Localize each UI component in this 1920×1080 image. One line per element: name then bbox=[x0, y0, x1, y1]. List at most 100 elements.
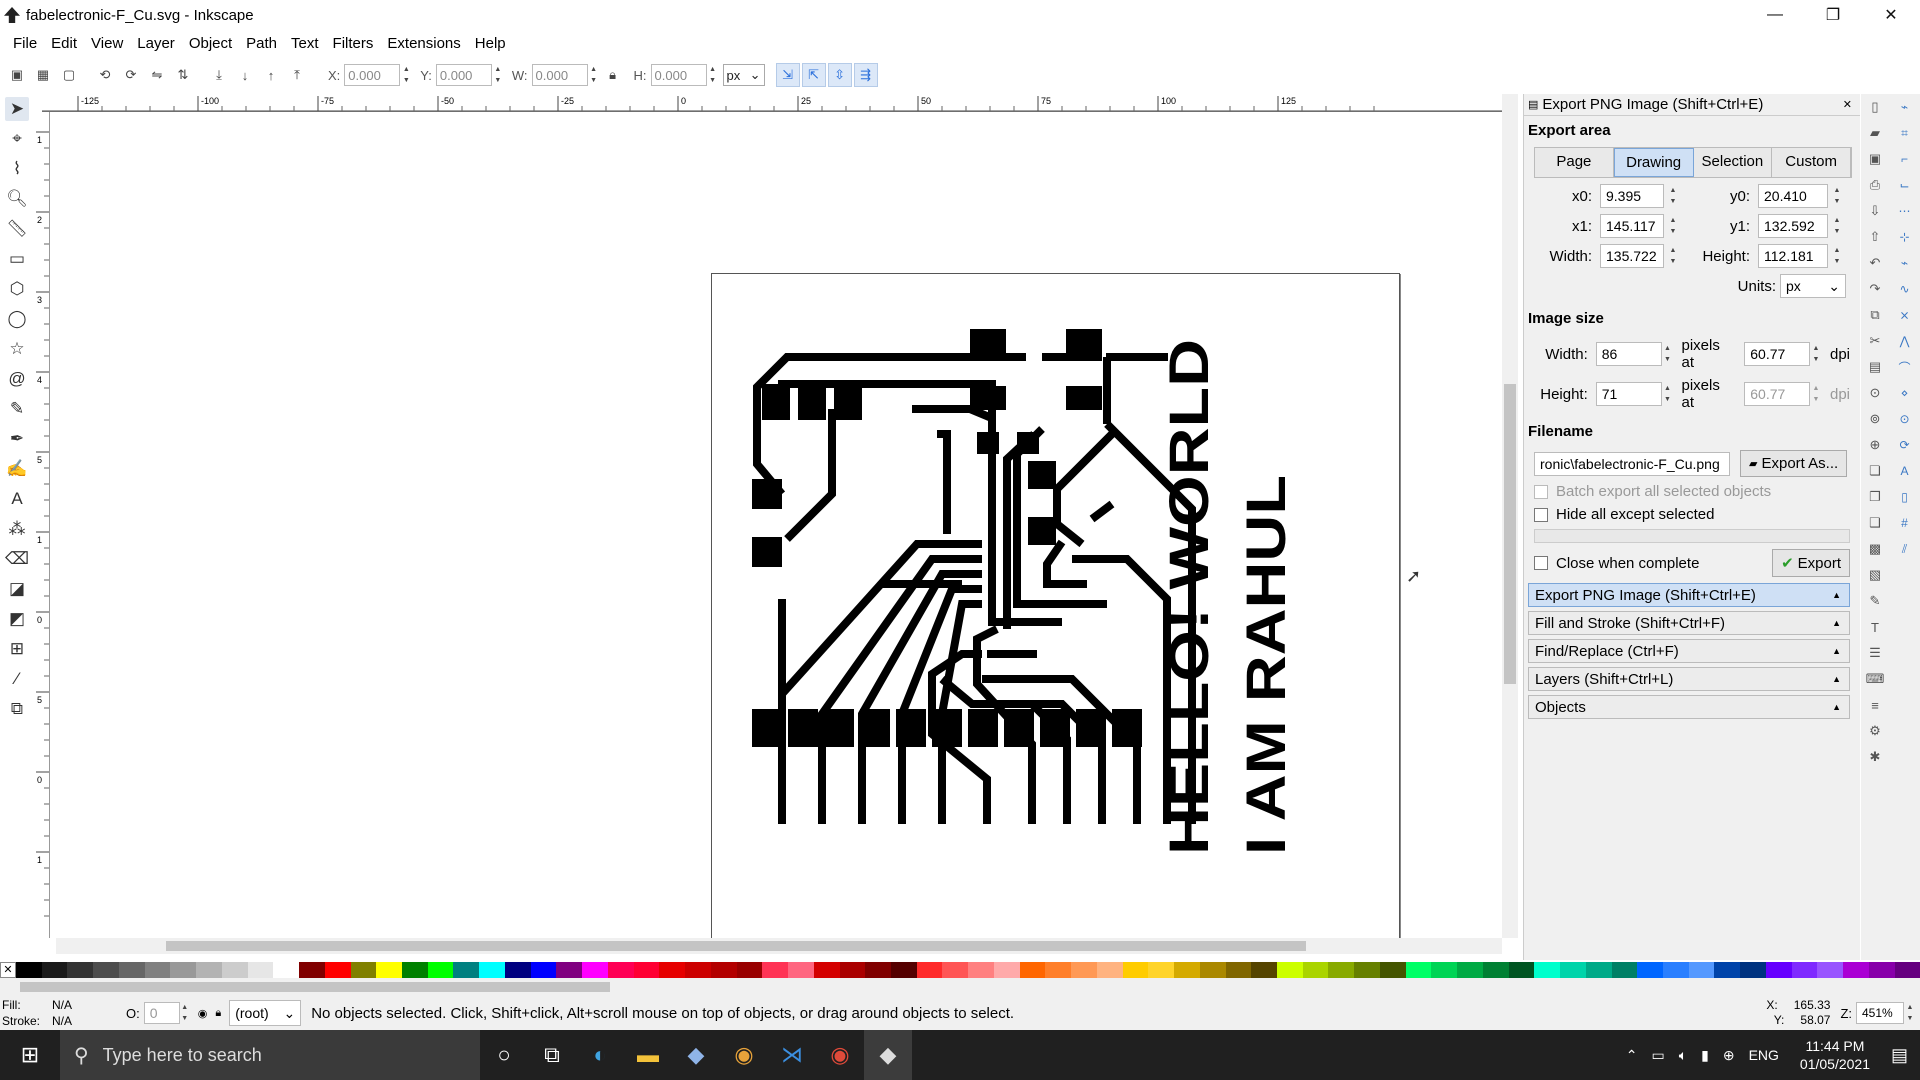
x-spinner[interactable]: ▲ ▼ bbox=[400, 64, 412, 86]
import-icon[interactable]: ⇩ bbox=[1864, 200, 1886, 222]
color-swatch[interactable] bbox=[633, 962, 660, 978]
move-patterns-icon[interactable]: ⇶ bbox=[853, 63, 878, 87]
snap-smooth-icon[interactable]: ⌒ bbox=[1894, 356, 1916, 378]
export-button[interactable]: ✔ Export bbox=[1772, 549, 1850, 577]
color-swatch[interactable] bbox=[41, 962, 68, 978]
scale-stroke-icon[interactable]: ⇲ bbox=[775, 63, 800, 87]
zoom-input[interactable]: 451% bbox=[1856, 1002, 1904, 1024]
color-swatch[interactable] bbox=[1817, 962, 1844, 978]
color-swatch[interactable] bbox=[1508, 962, 1535, 978]
color-swatch[interactable] bbox=[685, 962, 711, 978]
drawing-area-button[interactable]: Drawing bbox=[1613, 148, 1694, 177]
eraser-tool-icon[interactable]: ⌫ bbox=[5, 547, 29, 571]
color-swatch[interactable] bbox=[118, 962, 145, 978]
tray-device-icon[interactable]: ▭ bbox=[1651, 1047, 1664, 1064]
menu-text[interactable]: Text bbox=[291, 35, 319, 52]
color-swatch[interactable] bbox=[427, 962, 454, 978]
zoom-spinner[interactable]: ▲ ▼ bbox=[1904, 1002, 1916, 1024]
menu-view[interactable]: View bbox=[91, 35, 123, 52]
snap-cusp-icon[interactable]: ⋀ bbox=[1894, 330, 1916, 352]
pencil-tool-icon[interactable]: ✎ bbox=[5, 397, 29, 421]
color-swatch[interactable] bbox=[1045, 962, 1072, 978]
color-swatch[interactable] bbox=[1765, 962, 1792, 978]
color-swatch[interactable] bbox=[659, 962, 686, 978]
snap-grid-icon[interactable]: # bbox=[1894, 512, 1916, 534]
dock-find-replace[interactable]: Find/Replace (Ctrl+F) ▲ bbox=[1528, 639, 1850, 663]
snap-nodes-icon[interactable]: ⌁ bbox=[1894, 252, 1916, 274]
color-swatch[interactable] bbox=[1560, 962, 1586, 978]
image-height-input[interactable]: 71 bbox=[1595, 382, 1662, 406]
color-swatch[interactable] bbox=[1843, 962, 1869, 978]
y1-spinner[interactable]: ▲ ▼ bbox=[1830, 215, 1844, 237]
color-swatch[interactable] bbox=[1740, 962, 1766, 978]
clone-icon[interactable]: ❐ bbox=[1864, 486, 1886, 508]
rotate-cw-icon[interactable]: ⟳ bbox=[119, 63, 143, 87]
color-swatch[interactable] bbox=[1611, 962, 1638, 978]
preferences-icon[interactable]: ⚙ bbox=[1864, 720, 1886, 742]
y1-input[interactable]: 132.592 bbox=[1758, 214, 1828, 238]
tweak-tool-icon[interactable]: ⌇ bbox=[5, 157, 29, 181]
color-swatch[interactable] bbox=[504, 962, 531, 978]
color-swatch[interactable] bbox=[1457, 962, 1483, 978]
color-swatch[interactable] bbox=[607, 962, 634, 978]
close-button[interactable]: ✕ bbox=[1862, 0, 1920, 30]
text-tool-icon[interactable]: A bbox=[5, 487, 29, 511]
chrome-icon-2[interactable]: ◉ bbox=[816, 1030, 864, 1080]
dpi-spinner[interactable]: ▲ ▼ bbox=[1810, 343, 1822, 365]
color-swatch[interactable] bbox=[1225, 962, 1252, 978]
snap-bbox-midpoint-icon[interactable]: ⋯ bbox=[1894, 200, 1916, 222]
lower-bottom-icon[interactable]: ⤓ bbox=[207, 63, 231, 87]
gradient-tool-icon[interactable]: ◩ bbox=[5, 607, 29, 631]
menu-object[interactable]: Object bbox=[189, 35, 232, 52]
selector-tool-icon[interactable]: ➤ bbox=[5, 97, 29, 121]
color-swatch[interactable] bbox=[1019, 962, 1046, 978]
horizontal-scroll-thumb[interactable] bbox=[166, 941, 1306, 951]
group-icon[interactable]: ▩ bbox=[1864, 538, 1886, 560]
spray-tool-icon[interactable]: ⁂ bbox=[5, 517, 29, 541]
color-swatch[interactable] bbox=[1276, 962, 1303, 978]
color-swatch[interactable] bbox=[247, 962, 274, 978]
color-swatch[interactable] bbox=[1122, 962, 1149, 978]
color-swatch[interactable] bbox=[196, 962, 222, 978]
node-tool-icon[interactable]: ⌖ bbox=[5, 127, 29, 151]
x-input[interactable]: 0.000 bbox=[344, 64, 401, 86]
color-swatch[interactable] bbox=[582, 962, 608, 978]
star-tool-icon[interactable]: ☆ bbox=[5, 337, 29, 361]
chrome-icon[interactable]: ◉ bbox=[720, 1030, 768, 1080]
zoom-tool-icon[interactable]: 🔍︎ bbox=[5, 187, 29, 211]
document-page[interactable]: HELLO! WORLD I AM RAHUL bbox=[711, 273, 1400, 942]
color-swatch[interactable] bbox=[479, 962, 505, 978]
flip-horizontal-icon[interactable]: ⇋ bbox=[145, 63, 169, 87]
move-gradients-icon[interactable]: ⇳ bbox=[827, 63, 852, 87]
duplicate-icon[interactable]: ❏ bbox=[1864, 460, 1886, 482]
menu-path[interactable]: Path bbox=[246, 35, 277, 52]
scale-corners-icon[interactable]: ⇱ bbox=[801, 63, 826, 87]
color-swatch[interactable] bbox=[1585, 962, 1612, 978]
pen-tool-icon[interactable]: ✒ bbox=[5, 427, 29, 451]
color-swatch[interactable] bbox=[1199, 962, 1226, 978]
color-swatch[interactable] bbox=[1148, 962, 1175, 978]
w-spinner[interactable]: ▲ ▼ bbox=[588, 64, 600, 86]
deselect-icon[interactable]: ▢ bbox=[57, 63, 81, 87]
ungroup-icon[interactable]: ▧ bbox=[1864, 564, 1886, 586]
color-swatch[interactable] bbox=[813, 962, 840, 978]
cortana-icon[interactable]: ○ bbox=[480, 1030, 528, 1080]
inkscape-active-icon[interactable]: ◆ bbox=[864, 1030, 912, 1080]
vertical-scroll-thumb[interactable] bbox=[1504, 384, 1516, 684]
document-properties-icon[interactable]: ✱ bbox=[1864, 746, 1886, 768]
clock[interactable]: 11:44 PM 01/05/2021 bbox=[1800, 1037, 1870, 1073]
color-swatch[interactable] bbox=[762, 962, 789, 978]
minimize-button[interactable]: — bbox=[1746, 0, 1804, 30]
network-icon[interactable]: ⊕ bbox=[1723, 1047, 1735, 1064]
color-swatch[interactable] bbox=[453, 962, 480, 978]
snap-page-border-icon[interactable]: ▯ bbox=[1894, 486, 1916, 508]
color-swatch[interactable] bbox=[93, 962, 119, 978]
x0-spinner[interactable]: ▲ ▼ bbox=[1666, 185, 1680, 207]
dropper-tool-icon[interactable]: ⁄ bbox=[5, 667, 29, 691]
y-spinner[interactable]: ▲ ▼ bbox=[492, 64, 504, 86]
save-icon[interactable]: ▣ bbox=[1864, 148, 1886, 170]
h-input[interactable]: 0.000 bbox=[650, 64, 707, 86]
redo-icon[interactable]: ↷ bbox=[1864, 278, 1886, 300]
y0-spinner[interactable]: ▲ ▼ bbox=[1830, 185, 1844, 207]
taskbar-search[interactable]: ⚲ Type here to search bbox=[60, 1030, 480, 1080]
